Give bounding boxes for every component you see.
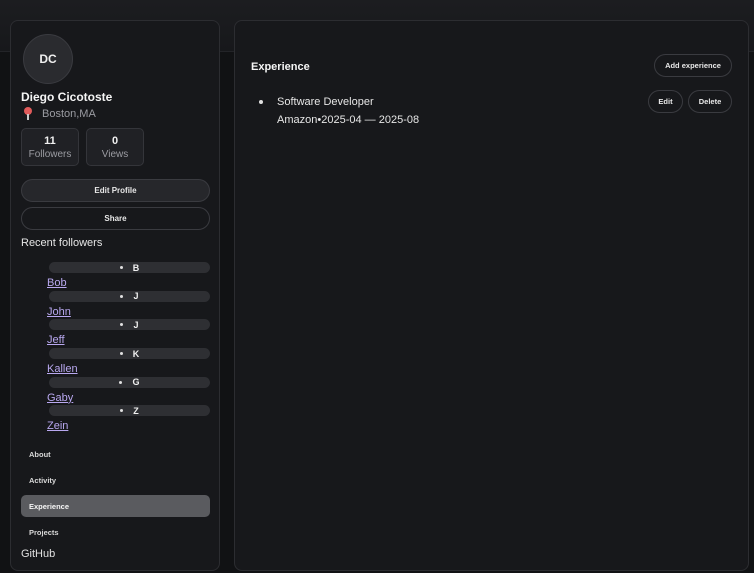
bullet-icon (120, 294, 124, 298)
bullet-icon (120, 323, 124, 327)
edit-profile-button[interactable]: Edit Profile (21, 179, 210, 202)
nav-projects[interactable]: Projects (21, 521, 210, 543)
follower-avatar: Z (49, 405, 210, 417)
views-count: 0 (111, 135, 119, 147)
experience-end: 2025-08 (378, 114, 420, 126)
follower-avatar: B (49, 262, 210, 273)
delete-experience-button[interactable]: Delete (688, 90, 732, 113)
bullet-icon (119, 352, 123, 356)
bullet-icon (259, 100, 263, 104)
follower-initial: Z (133, 405, 139, 416)
followers-label: Followers (28, 149, 72, 160)
follower-link[interactable]: Zein (47, 420, 68, 432)
nav-about[interactable]: About (21, 443, 210, 465)
follower-link[interactable]: Kallen (47, 363, 78, 375)
experience-entry: Software Developer Amazon•2025-04 — 2025… (259, 96, 419, 127)
profile-name: Diego Cicotoste (21, 90, 113, 104)
nav-activity[interactable]: Activity (21, 469, 210, 491)
follower-initial: G (132, 377, 140, 388)
follower-item: J Jeff (47, 319, 210, 348)
experience-start: 2025-04 (321, 114, 362, 126)
bullet-icon (120, 409, 124, 413)
follower-initial: J (133, 291, 139, 302)
follower-link[interactable]: Jeff (47, 334, 65, 346)
date-dash: — (364, 114, 376, 126)
views-label: Views (101, 149, 129, 160)
experience-role: Software Developer (277, 96, 374, 108)
follower-initial: K (132, 348, 140, 359)
follower-avatar: K (49, 348, 210, 360)
followers-count: 11 (44, 135, 56, 147)
profile-location: Boston,MA (23, 107, 96, 121)
github-link[interactable]: GitHub (21, 548, 55, 560)
follower-avatar: J (49, 319, 210, 331)
add-experience-button[interactable]: Add experience (654, 54, 732, 77)
share-button[interactable]: Share (21, 207, 210, 230)
follower-link[interactable]: Gaby (47, 392, 73, 404)
bullet-icon (119, 266, 123, 269)
location-text: Boston,MA (42, 108, 96, 120)
follower-item: J John (47, 290, 210, 320)
follower-link[interactable]: John (47, 306, 71, 318)
profile-sidebar: DC Diego Cicotoste Boston,MA 11 Follower… (10, 20, 220, 571)
follower-avatar: J (49, 290, 210, 302)
follower-item: G Gaby (47, 376, 210, 406)
follower-link[interactable]: Bob (47, 277, 67, 289)
follower-item: B Bob (47, 262, 210, 291)
views-stat: 0 Views (86, 128, 144, 166)
follower-item: K Kallen (47, 348, 210, 377)
avatar: DC (23, 34, 73, 84)
section-title: Experience (251, 61, 310, 73)
followers-stat[interactable]: 11 Followers (21, 128, 79, 166)
edit-experience-button[interactable]: Edit (648, 90, 683, 113)
follower-initial: B (132, 262, 140, 273)
nav-experience[interactable]: Experience (21, 495, 210, 517)
bullet-icon (119, 380, 123, 384)
experience-company: Amazon (277, 114, 318, 126)
experience-meta: Amazon•2025-04 — 2025-08 (277, 114, 419, 127)
experience-panel: Experience Add experience Software Devel… (234, 20, 749, 571)
follower-initial: J (133, 319, 139, 330)
follower-avatar: G (49, 376, 210, 388)
map-pin-icon (23, 107, 33, 121)
recent-followers-title: Recent followers (21, 237, 103, 249)
recent-followers-list: B Bob J John J Jeff K Kallen G Gaby Z Ze… (47, 262, 210, 434)
follower-item: Z Zein (47, 405, 210, 434)
